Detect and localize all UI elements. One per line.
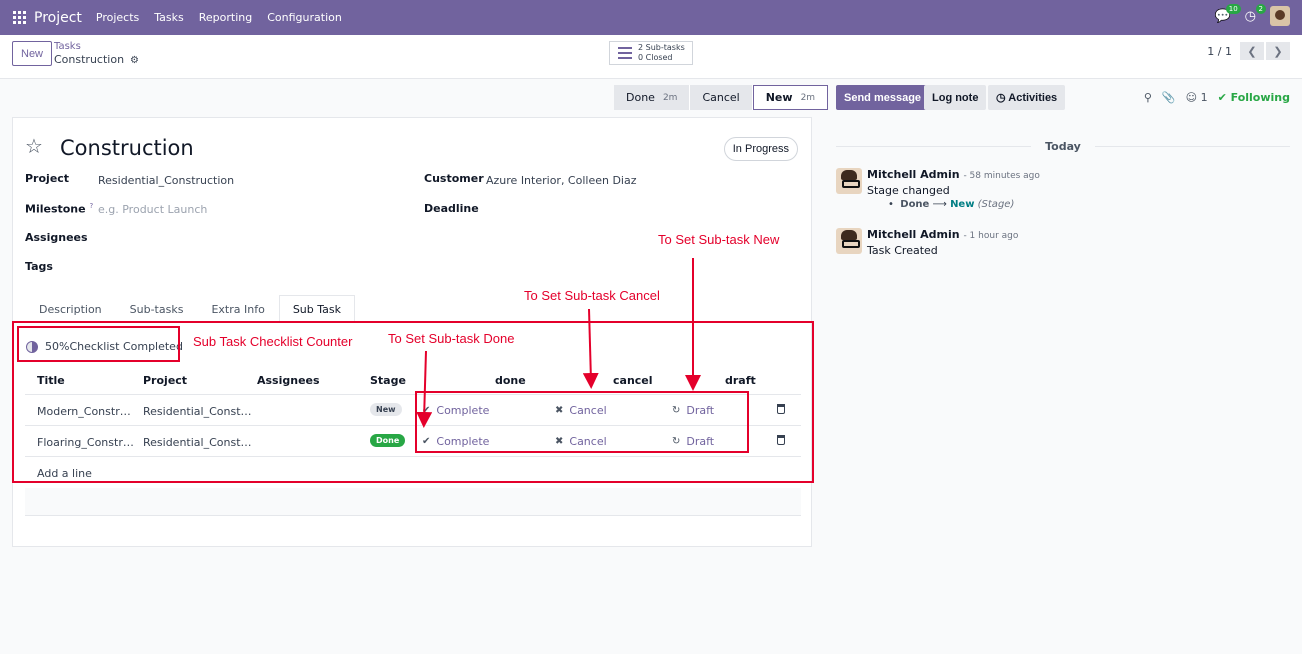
annotation-done-label: To Set Sub-task Done [388, 331, 515, 346]
stage-statusbar: Done 2m Cancel New 2m [614, 85, 829, 110]
menu-reporting[interactable]: Reporting [199, 11, 252, 24]
control-panel: New Tasks Construction ⚙ 2 Sub-tasks 0 Cl… [0, 35, 1302, 79]
tab-extra-info[interactable]: Extra Info [197, 295, 278, 323]
following-button[interactable]: ✔ Following [1218, 91, 1290, 104]
smart-line1: 2 Sub-tasks [638, 43, 685, 52]
menu-tasks[interactable]: Tasks [154, 11, 183, 24]
messages-icon[interactable]: 💬 10 [1214, 3, 1241, 24]
annotation-counter-label: Sub Task Checklist Counter [193, 334, 353, 349]
activities-button[interactable]: ◷ Activities [988, 85, 1066, 110]
customer-field[interactable]: Azure Interior, Colleen Diaz [486, 174, 637, 187]
avatar[interactable] [836, 168, 862, 194]
followers-button[interactable]: ☺ 1 [1186, 91, 1208, 104]
milestone-label-text: Milestone [25, 202, 86, 216]
milestone-label: Milestone ? [25, 202, 93, 216]
stage-cancel-label: Cancel [702, 91, 740, 104]
annotation-new-label: To Set Sub-task New [658, 232, 780, 247]
stage-new-time: 2m [800, 92, 816, 103]
author-name[interactable]: Mitchell Admin [867, 228, 960, 241]
followers-count: 1 [1200, 91, 1208, 104]
new-button[interactable]: New [12, 41, 53, 66]
user-icon: ☺ [1185, 91, 1198, 104]
milestone-field[interactable]: e.g. Product Launch [98, 203, 207, 216]
message-body: Stage changed [867, 184, 950, 197]
date-separator: Today [836, 140, 1290, 153]
annotation-counter-box [17, 326, 180, 362]
clock-icon: ◷ [996, 92, 1006, 104]
paperclip-icon[interactable]: 📎 [1162, 91, 1176, 104]
search-icon[interactable]: ⚲ [1144, 91, 1152, 104]
tab-sub-task[interactable]: Sub Task [278, 295, 355, 323]
following-label: Following [1230, 91, 1290, 104]
message-time: - 1 hour ago [963, 231, 1019, 241]
app-brand[interactable]: Project [34, 10, 82, 26]
activities-clock-icon[interactable]: ◷ 2 [1245, 3, 1266, 24]
status-button[interactable]: In Progress [723, 137, 798, 161]
gear-icon[interactable]: ⚙ [130, 55, 139, 66]
send-message-button[interactable]: Send message [836, 85, 930, 110]
new-value: New [950, 199, 975, 210]
tab-sub-tasks[interactable]: Sub-tasks [116, 295, 198, 323]
old-value: Done [900, 199, 930, 210]
breadcrumb-parent[interactable]: Tasks [54, 41, 81, 52]
chatter-tools: ⚲ 📎 ☺ 1 ✔ Following [1144, 91, 1290, 104]
menu-configuration[interactable]: Configuration [267, 11, 342, 24]
activities-label: Activities [1008, 92, 1058, 104]
breadcrumb-current-label: Construction [54, 53, 125, 66]
arrow-right-icon: ⟶ [932, 199, 947, 210]
stage-done-label: Done [626, 91, 655, 104]
author-name[interactable]: Mitchell Admin [867, 168, 960, 181]
log-note-button[interactable]: Log note [924, 85, 987, 110]
chatter-topbar: Send message Log note ◷ Activities ⚲ 📎 ☺… [836, 85, 1290, 110]
assignees-label: Assignees [25, 231, 88, 244]
check-icon: ✔ [1217, 91, 1227, 104]
stage-new[interactable]: New 2m [752, 85, 829, 110]
stage-done[interactable]: Done 2m [614, 85, 691, 110]
list-footer [25, 488, 801, 516]
stage-done-time: 2m [662, 92, 678, 103]
message-time: - 58 minutes ago [963, 171, 1040, 181]
annotation-actions-box [415, 391, 749, 453]
list-icon [618, 47, 632, 59]
smart-line2: 0 Closed [638, 53, 673, 62]
task-title[interactable]: Construction [60, 136, 194, 160]
stage-new-label: New [765, 91, 793, 104]
pager: 1 / 1 ❮ ❯ [1207, 42, 1290, 60]
pager-previous-button[interactable]: ❮ [1240, 42, 1264, 60]
user-avatar[interactable] [1270, 6, 1290, 26]
annotation-cancel-label: To Set Sub-task Cancel [524, 288, 660, 303]
stage-cancel[interactable]: Cancel [690, 85, 753, 110]
activities-badge: 2 [1255, 3, 1266, 14]
notebook-tabs: Description Sub-tasks Extra Info Sub Tas… [25, 295, 801, 323]
star-icon[interactable]: ☆ [25, 134, 43, 158]
smart-button-text: 2 Sub-tasks 0 Closed [638, 43, 685, 63]
subtasks-smart-button[interactable]: 2 Sub-tasks 0 Closed [609, 41, 693, 65]
milestone-help[interactable]: ? [89, 202, 93, 210]
avatar[interactable] [836, 228, 862, 254]
deadline-label: Deadline [424, 202, 479, 215]
menu-projects[interactable]: Projects [96, 11, 139, 24]
messages-badge: 10 [1225, 3, 1241, 14]
apps-grid-icon[interactable] [13, 11, 26, 24]
customer-label: Customer [424, 172, 484, 185]
message-author: Mitchell Admin - 58 minutes ago [867, 168, 1040, 181]
pager-value[interactable]: 1 / 1 [1207, 45, 1232, 58]
top-navbar: Project Projects Tasks Reporting Configu… [0, 0, 1302, 35]
breadcrumb-current: Construction ⚙ [54, 53, 139, 66]
project-field[interactable]: Residential_Construction [98, 174, 234, 187]
pager-next-button[interactable]: ❯ [1266, 42, 1290, 60]
project-label: Project [25, 172, 70, 185]
field-name: (Stage) [977, 199, 1015, 210]
message-author: Mitchell Admin - 1 hour ago [867, 228, 1018, 241]
tab-description[interactable]: Description [25, 295, 116, 323]
tags-label: Tags [25, 260, 53, 273]
tracking-change: • Done ⟶ New (Stage) [888, 199, 1015, 210]
message-body: Task Created [867, 244, 938, 257]
